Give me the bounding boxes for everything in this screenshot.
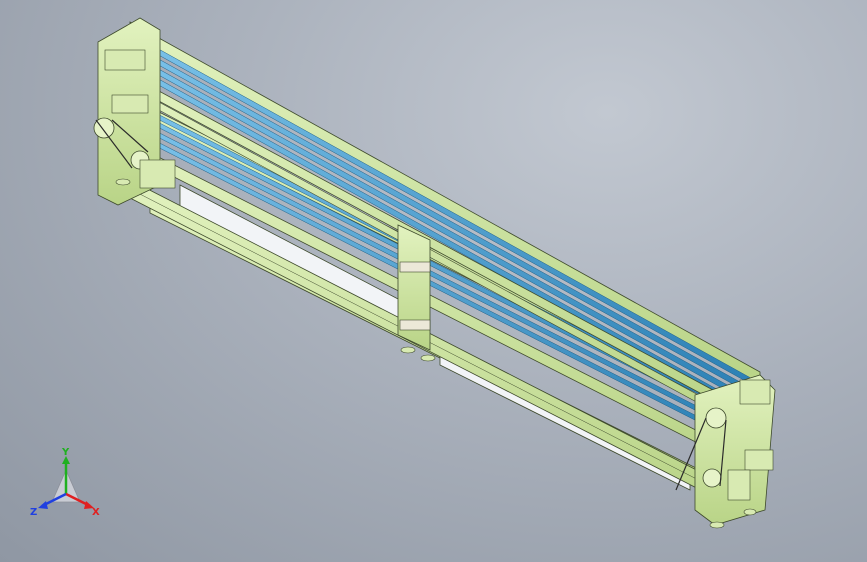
y-axis-label: Y: [61, 448, 70, 458]
z-axis-label: Z: [30, 507, 37, 518]
z-axis-arrow: [38, 501, 48, 509]
conveyor-assembly-model[interactable]: [0, 0, 867, 562]
coordinate-triad: Y X Z: [30, 448, 100, 518]
top-rail-front-2: [121, 81, 749, 431]
cad-graphics-viewport[interactable]: Y X Z: [0, 0, 867, 562]
center-support: [397, 224, 436, 362]
x-axis-label: X: [92, 507, 100, 518]
lower-belts: [129, 99, 741, 444]
